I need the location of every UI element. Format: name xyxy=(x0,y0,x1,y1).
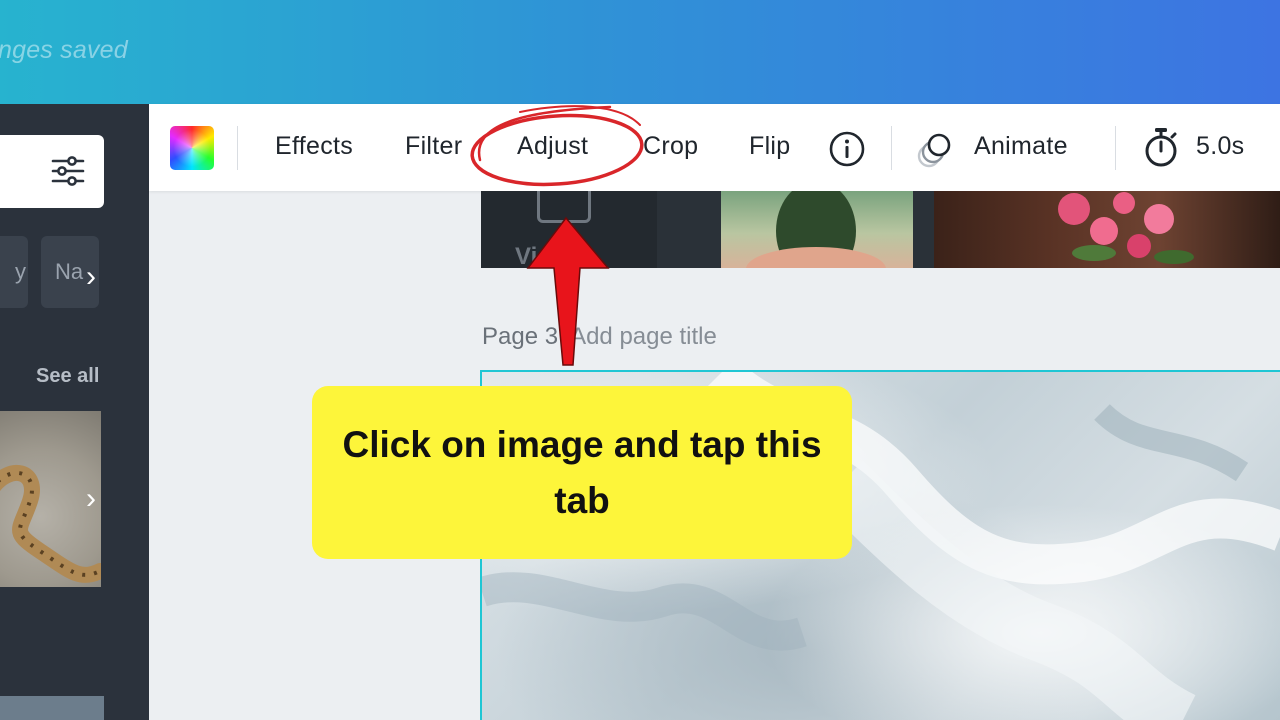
search-input[interactable] xyxy=(0,135,104,208)
strip-spacer xyxy=(913,191,934,268)
chevron-right-icon[interactable]: › xyxy=(86,482,96,516)
chevron-right-icon[interactable]: › xyxy=(86,260,96,294)
flip-button[interactable]: Flip xyxy=(749,132,790,161)
toolbar-divider xyxy=(237,126,238,170)
photo-tile[interactable] xyxy=(934,191,1280,268)
see-all-link[interactable]: See all xyxy=(36,365,99,388)
animate-button[interactable]: Animate xyxy=(974,132,1068,161)
tutorial-callout: Click on image and tap this tab xyxy=(312,386,852,559)
videos-tile[interactable]: Videos xyxy=(481,191,657,268)
page-title-input[interactable]: Add page title xyxy=(570,323,717,350)
filter-button[interactable]: Filter xyxy=(405,132,462,161)
toolbar-divider xyxy=(891,126,892,170)
info-icon[interactable] xyxy=(828,130,866,168)
flowers-image xyxy=(1058,192,1194,264)
page-number: Page 3 xyxy=(482,323,559,350)
duration-button[interactable]: 5.0s xyxy=(1196,132,1244,161)
play-icon xyxy=(537,191,591,223)
animate-icon[interactable] xyxy=(916,129,956,169)
videos-label: Videos xyxy=(515,243,594,268)
image-toolbar: Effects Filter Adjust Crop Flip Animate … xyxy=(149,104,1280,191)
timer-icon[interactable] xyxy=(1143,126,1179,168)
strip-spacer xyxy=(657,191,721,268)
filter-sliders-icon[interactable] xyxy=(50,153,86,189)
effects-button[interactable]: Effects xyxy=(275,132,353,161)
portrait-image xyxy=(746,191,886,268)
toolbar-divider xyxy=(1115,126,1116,170)
crop-button[interactable]: Crop xyxy=(643,132,698,161)
category-chip[interactable]: y xyxy=(0,236,28,308)
photo-thumbnail[interactable] xyxy=(0,696,104,720)
save-status: nges saved xyxy=(0,36,128,64)
page-title[interactable]: Page 3 Add page title xyxy=(482,323,717,351)
color-palette-icon[interactable] xyxy=(170,126,214,170)
adjust-button[interactable]: Adjust xyxy=(517,132,588,161)
left-sidebar: y Na › See all › xyxy=(0,104,149,720)
editor-header: nges saved xyxy=(0,0,1280,104)
photo-tile[interactable] xyxy=(721,191,913,268)
